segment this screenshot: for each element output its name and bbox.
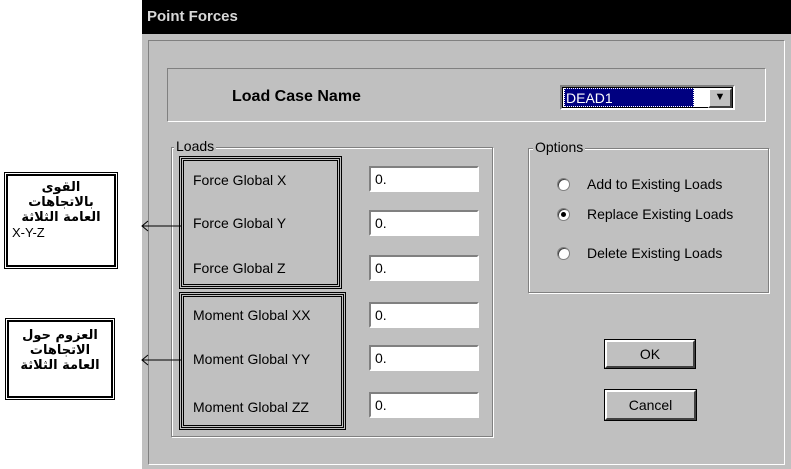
annotation-arrows bbox=[141, 220, 181, 366]
moments-arrow-icon bbox=[141, 354, 181, 366]
forces-arrow-icon bbox=[141, 220, 181, 232]
